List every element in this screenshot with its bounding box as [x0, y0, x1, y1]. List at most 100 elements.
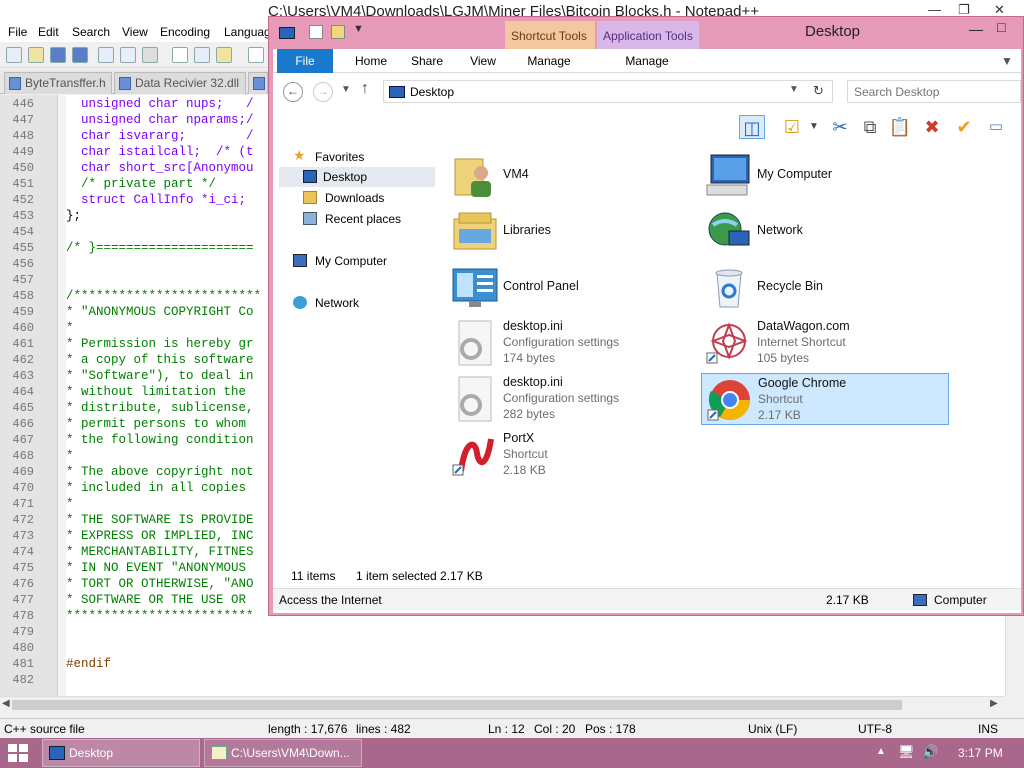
- start-button[interactable]: [8, 744, 28, 762]
- menu-language[interactable]: Languag: [224, 25, 271, 39]
- tab-overflow[interactable]: [248, 72, 268, 94]
- ribbon-expand-icon[interactable]: ▼: [1001, 54, 1013, 68]
- menu-encoding[interactable]: Encoding: [160, 25, 210, 39]
- new-folder-icon[interactable]: [331, 25, 345, 39]
- recent-locations-icon[interactable]: ▼: [341, 84, 351, 95]
- taskbar-item-notepad[interactable]: C:\Users\VM4\Down...: [204, 739, 362, 767]
- copy-icon[interactable]: ⧉: [857, 115, 883, 139]
- volume-icon[interactable]: 🔊: [922, 744, 938, 760]
- code-line: #endif: [66, 657, 112, 671]
- file-item-portx[interactable]: PortX Shortcut 2.18 KB: [447, 429, 695, 481]
- open-file-icon[interactable]: [28, 47, 44, 63]
- file-item-my-computer[interactable]: My Computer: [701, 149, 949, 201]
- cut-icon[interactable]: ✂: [827, 115, 853, 139]
- menu-view[interactable]: View: [122, 25, 148, 39]
- back-button[interactable]: ←: [283, 82, 303, 102]
- file-item-vm4[interactable]: VM4: [447, 149, 695, 201]
- layout-icon[interactable]: ▭: [983, 115, 1009, 139]
- nav-downloads[interactable]: Downloads: [303, 188, 433, 208]
- nav-desktop[interactable]: Desktop: [279, 167, 435, 187]
- nav-my-computer[interactable]: My Computer: [293, 251, 433, 271]
- file-item-network[interactable]: Network: [701, 205, 949, 257]
- copy-icon[interactable]: [194, 47, 210, 63]
- tab-manage-shortcut[interactable]: Manage: [507, 49, 591, 73]
- menu-file[interactable]: File: [8, 25, 27, 39]
- command-bar: ◫ ☑ ▼ ✂ ⧉ 📋 ✖ ✔ ▭: [273, 111, 1021, 141]
- tab-byte-transfer[interactable]: ByteTransffer.h: [4, 72, 112, 94]
- star-icon: ★: [293, 147, 306, 163]
- cut-icon[interactable]: [172, 47, 188, 63]
- file-item-control-panel[interactable]: Control Panel: [447, 261, 695, 313]
- context-tab-application-tools[interactable]: Application Tools: [597, 21, 699, 49]
- explorer-minimize-button[interactable]: —: [969, 21, 983, 37]
- properties-dropdown-icon[interactable]: ▼: [801, 115, 827, 139]
- preview-pane-icon[interactable]: ◫: [739, 115, 765, 139]
- recycle-bin-icon: [715, 269, 743, 308]
- tab-share[interactable]: Share: [399, 49, 455, 73]
- close-all-icon[interactable]: [120, 47, 136, 63]
- refresh-icon[interactable]: ↻: [813, 83, 829, 99]
- rename-check-icon[interactable]: ✔: [951, 115, 977, 139]
- editor-horizontal-scrollbar[interactable]: ◀ ▶: [0, 696, 1005, 713]
- paste-icon[interactable]: [216, 47, 232, 63]
- menu-search[interactable]: Search: [72, 25, 110, 39]
- forward-button[interactable]: →: [313, 82, 333, 102]
- line-number: 463: [12, 369, 34, 383]
- line-number: 448: [12, 129, 34, 143]
- minimize-button[interactable]: —: [928, 2, 941, 17]
- tab-home[interactable]: Home: [343, 49, 399, 73]
- nav-network[interactable]: Network: [293, 293, 433, 313]
- nav-favorites[interactable]: ★ Favorites: [293, 147, 423, 167]
- quick-access-dropdown-icon[interactable]: ▼: [353, 23, 364, 35]
- new-file-icon[interactable]: [6, 47, 22, 63]
- taskbar-item-desktop[interactable]: Desktop: [42, 739, 200, 767]
- paste-icon[interactable]: 📋: [887, 115, 913, 139]
- context-tab-shortcut-tools[interactable]: Shortcut Tools: [505, 21, 595, 49]
- scroll-left-icon[interactable]: ◀: [2, 698, 10, 709]
- nav-recent-places[interactable]: Recent places: [303, 209, 433, 229]
- scroll-thumb[interactable]: [12, 700, 902, 710]
- delete-icon[interactable]: ✖: [919, 115, 945, 139]
- print-icon[interactable]: [142, 47, 158, 63]
- save-icon[interactable]: [50, 47, 66, 63]
- file-item-google-chrome[interactable]: Google Chrome Shortcut 2.17 KB: [701, 373, 949, 425]
- tab-manage-application[interactable]: Manage: [599, 49, 695, 73]
- file-item-libraries[interactable]: Libraries: [447, 205, 695, 257]
- save-all-icon[interactable]: [72, 47, 88, 63]
- tab-view[interactable]: View: [455, 49, 511, 73]
- line-number: 455: [12, 241, 34, 255]
- line-number: 453: [12, 209, 34, 223]
- menu-edit[interactable]: Edit: [38, 25, 59, 39]
- file-item-desktop-ini-1[interactable]: desktop.ini Configuration settings 174 b…: [447, 317, 695, 369]
- undo-icon[interactable]: [248, 47, 264, 63]
- file-tab-icon: [253, 77, 265, 90]
- computer-icon: [293, 254, 307, 267]
- file-item-desktop-ini-2[interactable]: desktop.ini Configuration settings 282 b…: [447, 373, 695, 425]
- properties-icon[interactable]: [309, 25, 323, 39]
- scroll-right-icon[interactable]: ▶: [990, 698, 998, 709]
- file-item-datawagon[interactable]: DataWagon.com Internet Shortcut 105 byte…: [701, 317, 949, 369]
- search-box[interactable]: [847, 80, 1021, 103]
- code-line: * IN NO EVENT "ANONYMOUS: [66, 561, 247, 575]
- file-item-recycle-bin[interactable]: Recycle Bin: [701, 261, 949, 313]
- line-number: 458: [12, 289, 34, 303]
- explorer-title-bar[interactable]: ▼ Shortcut Tools Application Tools Deskt…: [269, 17, 1023, 49]
- search-input[interactable]: [854, 84, 1014, 100]
- notepad-icon: [211, 746, 227, 760]
- ribbon-tab-bar: File Home Share View Manage Manage ▼: [273, 49, 1021, 73]
- explorer-maximize-button[interactable]: □: [997, 19, 1005, 35]
- address-bar[interactable]: Desktop: [383, 80, 833, 103]
- tray-expand-icon[interactable]: ▲: [876, 746, 886, 757]
- up-button[interactable]: ↑: [361, 80, 369, 98]
- address-dropdown-icon[interactable]: ▼: [789, 84, 799, 95]
- line-number: 481: [12, 657, 34, 671]
- web-shortcut-icon: [706, 322, 748, 364]
- line-number: 454: [12, 225, 34, 239]
- line-number: 466: [12, 417, 34, 431]
- close-file-icon[interactable]: [98, 47, 114, 63]
- clock[interactable]: 3:17 PM: [958, 746, 1003, 760]
- tab-data-receiver[interactable]: Data Recivier 32.dll: [114, 72, 246, 94]
- network-tray-icon[interactable]: 🖥: [898, 744, 915, 760]
- tab-file[interactable]: File: [277, 49, 333, 73]
- code-line: * a copy of this software: [66, 353, 254, 367]
